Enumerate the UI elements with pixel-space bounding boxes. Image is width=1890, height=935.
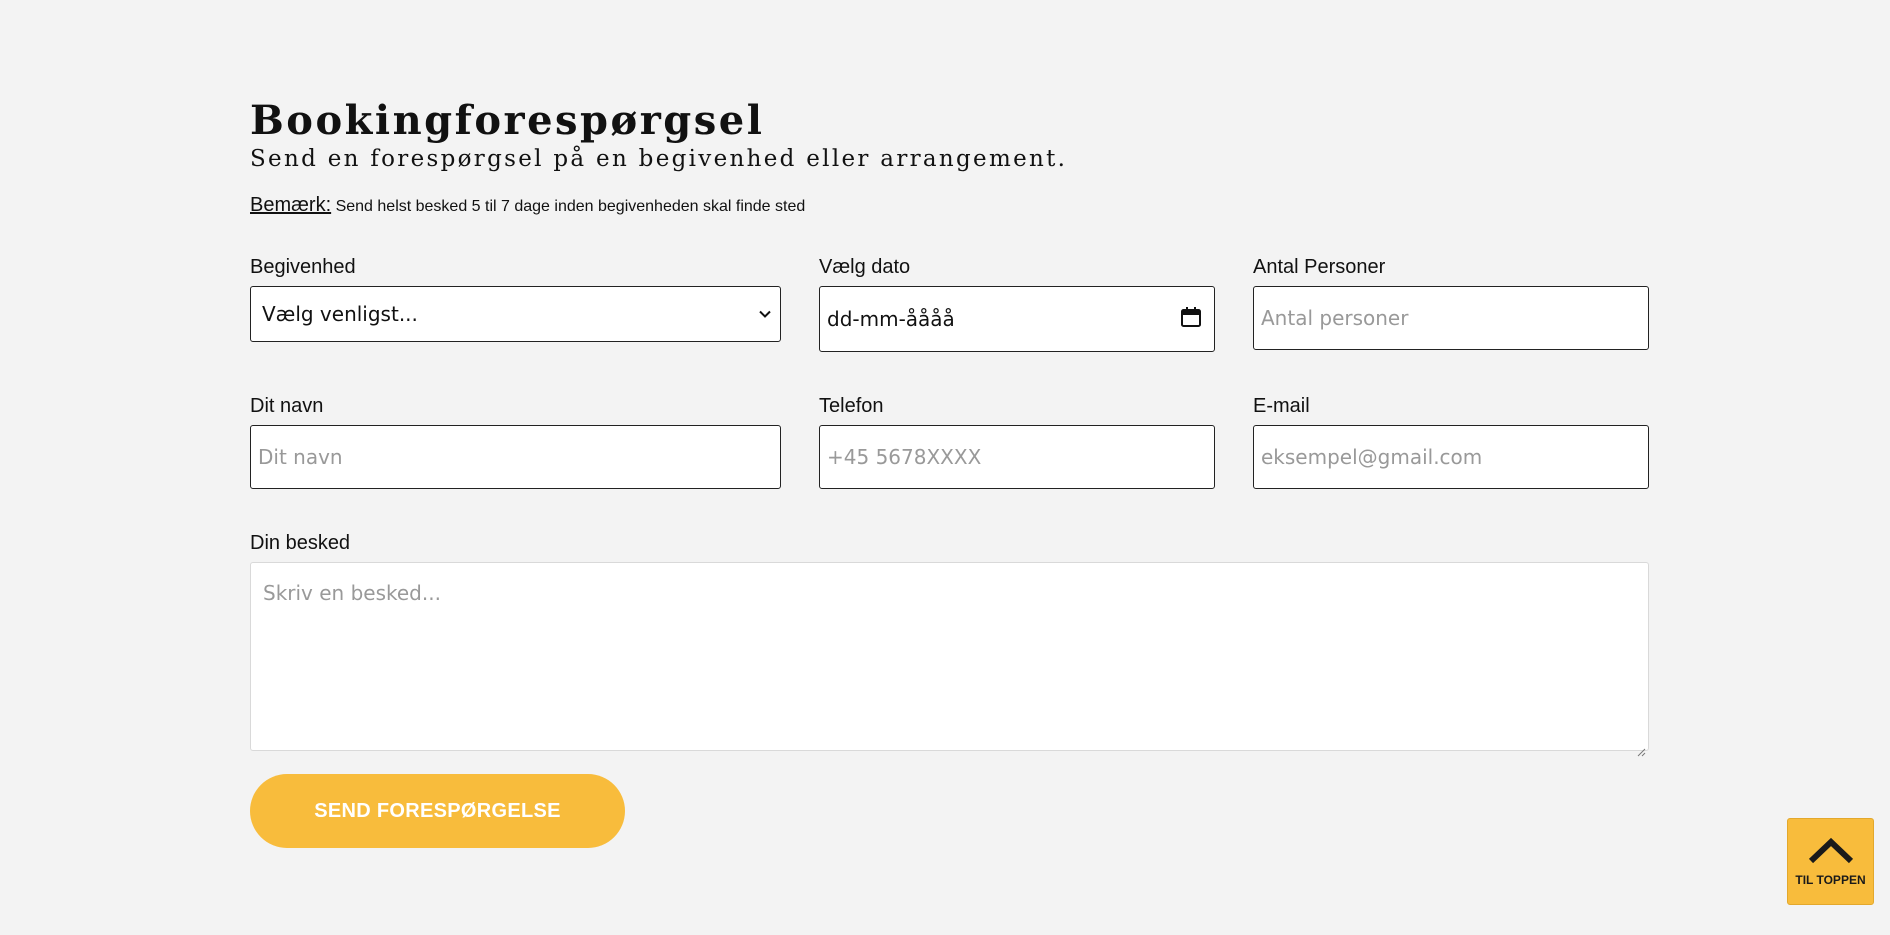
persons-label: Antal Personer xyxy=(1253,256,1386,278)
back-to-top-label: TIL TOPPEN xyxy=(1795,873,1866,887)
event-field: Begivenhed Vælg venligst... xyxy=(250,254,781,342)
phone-label: Telefon xyxy=(819,395,884,417)
name-placeholder: Dit navn xyxy=(258,445,343,469)
email-placeholder: eksempel@gmail.com xyxy=(1261,445,1483,469)
event-label: Begivenhed xyxy=(250,256,356,278)
note-label: Bemærk: xyxy=(250,194,332,216)
resize-grip-icon[interactable] xyxy=(1636,738,1646,757)
note-text: Send helst besked 5 til 7 dage inden beg… xyxy=(335,198,806,215)
chevron-up-icon xyxy=(1806,836,1856,871)
message-field: Din besked Skriv en besked... xyxy=(250,530,1649,757)
page-title: Bookingforespørgsel xyxy=(250,97,765,144)
chevron-down-icon xyxy=(758,302,772,326)
name-input[interactable]: Dit navn xyxy=(250,425,781,489)
booking-form-section: Bookingforespørgsel Send en forespørgsel… xyxy=(250,96,1649,848)
persons-placeholder: Antal personer xyxy=(1261,306,1409,330)
email-input[interactable]: eksempel@gmail.com xyxy=(1253,425,1649,489)
page-subtitle: Send en forespørgsel på en begivenhed el… xyxy=(250,146,1068,172)
email-field: E-mail eksempel@gmail.com xyxy=(1253,393,1649,489)
phone-placeholder: +45 5678XXXX xyxy=(827,445,982,469)
date-input[interactable]: dd-mm-åååå xyxy=(819,286,1215,352)
name-field: Dit navn Dit navn xyxy=(250,393,781,489)
email-label: E-mail xyxy=(1253,395,1310,417)
date-label: Vælg dato xyxy=(819,256,911,278)
date-input-value: dd-mm-åååå xyxy=(827,307,955,331)
event-select-value: Vælg venligst... xyxy=(262,302,418,326)
message-label: Din besked xyxy=(250,532,351,554)
event-select[interactable]: Vælg venligst... xyxy=(250,286,781,342)
calendar-icon[interactable] xyxy=(1180,306,1202,333)
note: Bemærk: Send helst besked 5 til 7 dage i… xyxy=(250,193,1649,217)
phone-input[interactable]: +45 5678XXXX xyxy=(819,425,1215,489)
persons-field: Antal Personer Antal personer xyxy=(1253,254,1649,350)
date-field: Vælg dato dd-mm-åååå xyxy=(819,254,1215,352)
message-textarea[interactable]: Skriv en besked... xyxy=(250,562,1649,757)
name-label: Dit navn xyxy=(250,395,324,417)
message-placeholder: Skriv en besked... xyxy=(263,581,441,605)
send-request-button[interactable]: SEND FORESPØRGELSE xyxy=(250,774,625,848)
back-to-top-button[interactable]: TIL TOPPEN xyxy=(1787,818,1874,905)
phone-field: Telefon +45 5678XXXX xyxy=(819,393,1215,489)
persons-input[interactable]: Antal personer xyxy=(1253,286,1649,350)
